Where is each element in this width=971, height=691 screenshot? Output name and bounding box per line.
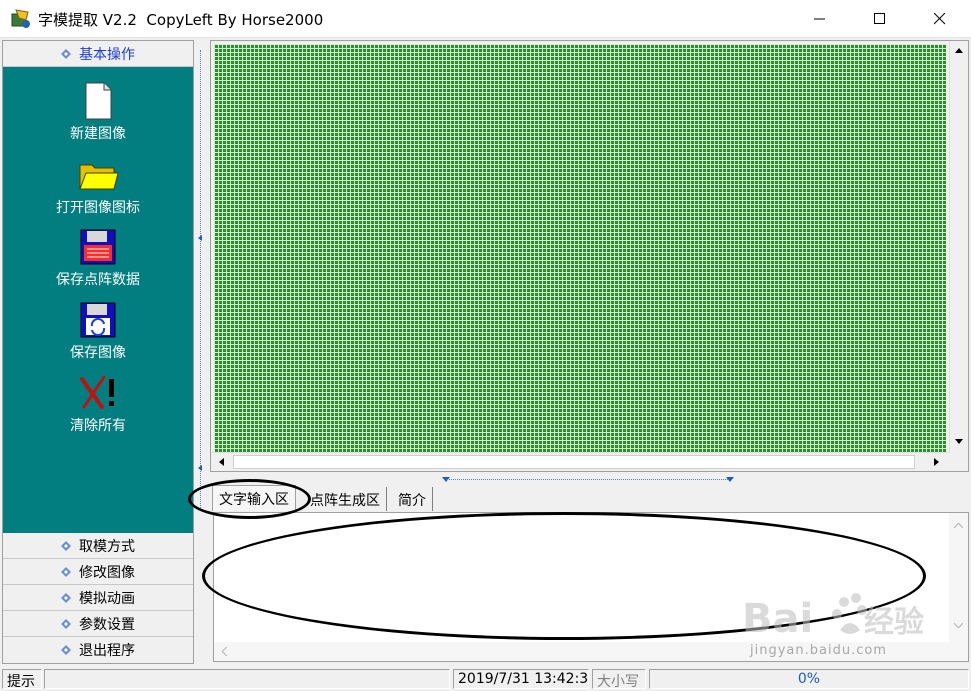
scroll-right-button[interactable] bbox=[927, 453, 945, 471]
new-document-icon bbox=[85, 82, 112, 120]
tab-bar: 文字输入区 点阵生成区 简介 bbox=[210, 485, 969, 511]
app-icon bbox=[11, 9, 30, 28]
category-label: 基本操作 bbox=[79, 46, 135, 63]
category-label: 模拟动画 bbox=[79, 590, 135, 607]
svg-text:Bai: Bai bbox=[742, 596, 813, 642]
dot-matrix-panel bbox=[210, 40, 969, 472]
diamond-icon bbox=[61, 566, 71, 577]
close-icon bbox=[934, 13, 946, 25]
scroll-down-button[interactable] bbox=[950, 432, 968, 450]
scroll-up-button[interactable] bbox=[950, 41, 968, 59]
tool-label: 打开图像图标 bbox=[56, 200, 140, 216]
window-title: 字模提取 V2.2 CopyLeft By Horse2000 bbox=[38, 11, 324, 29]
vertical-scrollbar[interactable] bbox=[949, 41, 968, 453]
diamond-icon bbox=[61, 618, 71, 629]
splitter-grip bbox=[200, 50, 201, 510]
diamond-icon bbox=[61, 592, 71, 603]
maximize-button[interactable] bbox=[857, 0, 903, 38]
horizontal-splitter[interactable] bbox=[436, 475, 740, 485]
status-progress: 0% bbox=[649, 669, 969, 689]
status-hint-label: 提示 bbox=[2, 669, 42, 689]
folder-icon bbox=[79, 164, 118, 190]
svg-text:经验: 经验 bbox=[864, 605, 924, 640]
watermark-url: jingyan.baidu.com bbox=[750, 643, 887, 658]
tool-label: 保存点阵数据 bbox=[56, 272, 140, 288]
arrow-left-icon bbox=[222, 647, 227, 656]
splitter-grip bbox=[446, 479, 730, 480]
tab-dot-matrix-output[interactable]: 点阵生成区 bbox=[304, 487, 387, 511]
tab-label: 简介 bbox=[398, 493, 426, 509]
arrow-up-icon bbox=[954, 523, 963, 528]
diamond-icon bbox=[61, 48, 71, 59]
tool-label: 清除所有 bbox=[70, 418, 126, 434]
maximize-icon bbox=[874, 13, 885, 24]
category-basic-operations[interactable]: 基本操作 bbox=[3, 41, 193, 67]
tab-label: 文字输入区 bbox=[219, 492, 289, 508]
arrow-down-icon bbox=[954, 623, 963, 628]
category-label: 取模方式 bbox=[79, 538, 135, 555]
save-image-floppy-icon bbox=[80, 302, 116, 338]
save-image-button[interactable]: 保存图像 bbox=[3, 300, 193, 362]
minimize-icon bbox=[814, 18, 825, 20]
category-exit-program[interactable]: 退出程序 bbox=[3, 637, 193, 663]
clear-all-button[interactable]: 清除所有 bbox=[3, 373, 193, 435]
close-button[interactable] bbox=[917, 0, 963, 38]
category-modeling-method[interactable]: 取模方式 bbox=[3, 533, 193, 559]
arrow-right-icon bbox=[933, 458, 939, 466]
sidebar: 基本操作 新建图像 打开图像图标 保存点阵数据 保存图像 清除所有 取模方式 修… bbox=[2, 40, 194, 664]
save-data-floppy-icon bbox=[80, 229, 116, 265]
category-simulate-animation[interactable]: 模拟动画 bbox=[3, 585, 193, 611]
arrow-up-icon bbox=[955, 47, 963, 53]
tab-label: 点阵生成区 bbox=[310, 493, 380, 509]
status-datetime: 2019/7/31 13:42:31 bbox=[453, 669, 589, 689]
horizontal-scrollbar[interactable] bbox=[211, 452, 949, 471]
category-label: 修改图像 bbox=[79, 564, 135, 581]
collapse-left-arrow-icon[interactable] bbox=[198, 465, 202, 471]
arrow-down-icon bbox=[955, 438, 963, 444]
diamond-icon bbox=[61, 645, 71, 655]
tool-area: 新建图像 打开图像图标 保存点阵数据 保存图像 清除所有 bbox=[3, 67, 193, 533]
category-label: 参数设置 bbox=[79, 616, 135, 633]
scroll-thumb[interactable] bbox=[233, 455, 915, 469]
collapse-left-arrow-icon[interactable] bbox=[198, 235, 202, 241]
tab-text-input[interactable]: 文字输入区 bbox=[212, 485, 296, 511]
text-vertical-scrollbar[interactable] bbox=[949, 513, 968, 661]
tool-label: 保存图像 bbox=[70, 345, 126, 361]
status-caps-lock: 大小写 bbox=[592, 669, 646, 689]
category-list: 取模方式 修改图像 模拟动画 参数设置 退出程序 bbox=[3, 533, 193, 663]
dot-matrix-grid[interactable] bbox=[214, 44, 946, 452]
status-hint-text bbox=[44, 669, 450, 689]
vertical-splitter[interactable] bbox=[196, 40, 206, 664]
title-bar: 字模提取 V2.2 CopyLeft By Horse2000 bbox=[0, 0, 971, 38]
minimize-button[interactable] bbox=[797, 0, 843, 38]
save-dot-data-button[interactable]: 保存点阵数据 bbox=[3, 227, 193, 289]
tab-introduction[interactable]: 简介 bbox=[392, 487, 433, 511]
arrow-left-icon bbox=[218, 458, 224, 466]
collapse-down-arrow-icon[interactable] bbox=[726, 477, 734, 482]
status-bar: 提示 2019/7/31 13:42:31 大小写 0% bbox=[0, 667, 971, 691]
open-image-button[interactable]: 打开图像图标 bbox=[3, 155, 193, 217]
category-label: 退出程序 bbox=[79, 643, 135, 659]
clear-x-icon bbox=[80, 375, 114, 409]
tool-label: 新建图像 bbox=[70, 126, 126, 142]
new-image-button[interactable]: 新建图像 bbox=[3, 81, 193, 143]
diamond-icon bbox=[61, 540, 71, 551]
category-modify-image[interactable]: 修改图像 bbox=[3, 559, 193, 585]
scroll-left-button[interactable] bbox=[212, 453, 230, 471]
category-parameter-settings[interactable]: 参数设置 bbox=[3, 611, 193, 637]
